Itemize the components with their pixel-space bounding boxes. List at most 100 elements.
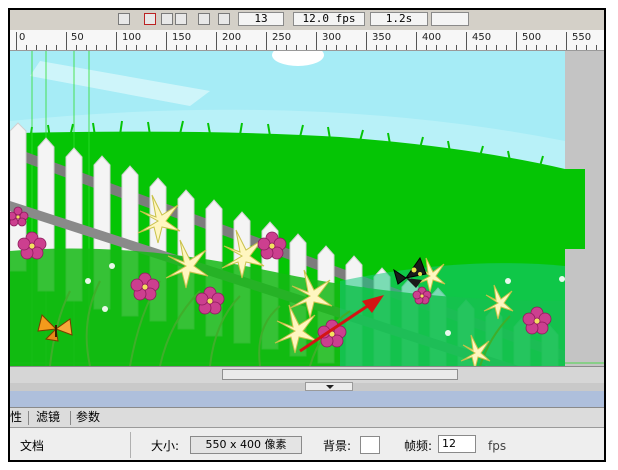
timeline-bar: 13 12.0 fps 1.2s (10, 10, 604, 31)
ruler-tick (216, 32, 217, 50)
ruler-mark: 300 (322, 32, 342, 43)
horizontal-ruler: 0 50 100 150 200 250 300 350 400 450 500… (10, 30, 604, 51)
ruler-tick (186, 45, 187, 50)
tab-filters[interactable]: 滤镜 (36, 410, 60, 425)
scrollbar-thumb[interactable] (222, 369, 458, 380)
document-label: 文档 (20, 439, 45, 453)
chevron-down-icon (326, 385, 334, 389)
ruler-tick (126, 45, 127, 50)
ruler-tick (256, 45, 257, 50)
ruler-tick (276, 45, 277, 50)
ruler-tick (346, 45, 347, 50)
ruler-tick (146, 45, 147, 50)
ruler-tick (36, 45, 37, 50)
ruler-mark: 50 (71, 32, 84, 43)
property-inspector: 文档 大小: 550 x 400 像素 背景: 帧频: 12 fps (10, 427, 604, 460)
stage-horizontal-scrollbar[interactable] (10, 366, 604, 383)
frame-rate-label: 帧频: (404, 439, 433, 453)
ruler-tick (456, 45, 457, 50)
center-frame-icon[interactable] (118, 13, 130, 25)
ruler-tick (66, 32, 67, 50)
ruler-tick (416, 32, 417, 50)
ruler-tick (396, 45, 397, 50)
ruler-tick (56, 45, 57, 50)
ruler-tick (386, 45, 387, 50)
ruler-tick (16, 32, 17, 50)
ruler-tick (596, 45, 597, 50)
window-frame: 13 12.0 fps 1.2s 0 50 100 150 200 250 30… (8, 8, 606, 462)
ruler-tick (356, 45, 357, 50)
ruler-tick (206, 45, 207, 50)
ruler-tick (366, 32, 367, 50)
ruler-tick (516, 32, 517, 50)
tab-separator (70, 411, 71, 425)
ruler-tick (306, 45, 307, 50)
frame-rate-display: 12.0 fps (293, 12, 365, 26)
ruler-tick (296, 45, 297, 50)
ruler-tick (46, 45, 47, 50)
panel-collapse-button[interactable] (305, 382, 353, 391)
ruler-tick (86, 45, 87, 50)
edit-multiple-frames-icon[interactable] (175, 13, 187, 25)
ruler-tick (156, 45, 157, 50)
ruler-mark: 350 (372, 32, 392, 43)
ruler-tick (286, 45, 287, 50)
ruler-tick (476, 45, 477, 50)
ruler-tick (406, 45, 407, 50)
ruler-tick (196, 45, 197, 50)
ruler-tick (376, 45, 377, 50)
property-tabs: 性 滤镜 参数 (10, 407, 604, 427)
ruler-tick (76, 45, 77, 50)
tab-separator (28, 411, 29, 425)
size-label: 大小: (151, 439, 180, 453)
tab-parameters[interactable]: 参数 (76, 410, 100, 425)
ruler-tick (576, 45, 577, 50)
flash-editor: 13 12.0 fps 1.2s 0 50 100 150 200 250 30… (10, 10, 604, 460)
fps-unit: fps (488, 439, 507, 453)
stage-canvas[interactable] (10, 51, 604, 366)
tab-properties[interactable]: 性 (10, 410, 22, 425)
timeline-scrollbar[interactable] (431, 12, 469, 26)
background-label: 背景: (323, 439, 352, 453)
ruler-tick (96, 45, 97, 50)
ruler-tick (546, 45, 547, 50)
ruler-tick (556, 45, 557, 50)
ruler-tick (526, 45, 527, 50)
ruler-tick (316, 32, 317, 50)
onion-skin-icon[interactable] (144, 13, 156, 25)
ruler-mark: 250 (272, 32, 292, 43)
ruler-mark: 0 (19, 32, 26, 43)
timeline-menu-icon[interactable] (218, 13, 230, 25)
ruler-tick (136, 45, 137, 50)
ruler-mark: 150 (172, 32, 192, 43)
elapsed-time-display: 1.2s (370, 12, 428, 26)
current-frame: 13 (238, 12, 284, 26)
scene-artwork (10, 51, 604, 366)
ruler-tick (116, 32, 117, 50)
ruler-tick (436, 45, 437, 50)
ruler-tick (466, 32, 467, 50)
ruler-tick (166, 32, 167, 50)
modify-markers-icon[interactable] (198, 13, 210, 25)
ruler-tick (426, 45, 427, 50)
ruler-tick (446, 45, 447, 50)
ruler-tick (176, 45, 177, 50)
ruler-tick (566, 32, 567, 50)
frame-rate-input[interactable]: 12 (438, 435, 476, 453)
ruler-tick (106, 45, 107, 50)
onion-skin-outline-icon[interactable] (161, 13, 173, 25)
ruler-tick (326, 45, 327, 50)
ruler-mark: 500 (522, 32, 542, 43)
ruler-mark: 400 (422, 32, 442, 43)
ruler-mark: 450 (472, 32, 492, 43)
ruler-tick (26, 45, 27, 50)
ruler-tick (266, 32, 267, 50)
ruler-tick (506, 45, 507, 50)
background-color-swatch[interactable] (360, 436, 380, 454)
ruler-tick (246, 45, 247, 50)
ruler-mark: 200 (222, 32, 242, 43)
ruler-mark: 550 (572, 32, 592, 43)
ruler-tick (226, 45, 227, 50)
ruler-tick (586, 45, 587, 50)
document-size-button[interactable]: 550 x 400 像素 (190, 436, 302, 454)
